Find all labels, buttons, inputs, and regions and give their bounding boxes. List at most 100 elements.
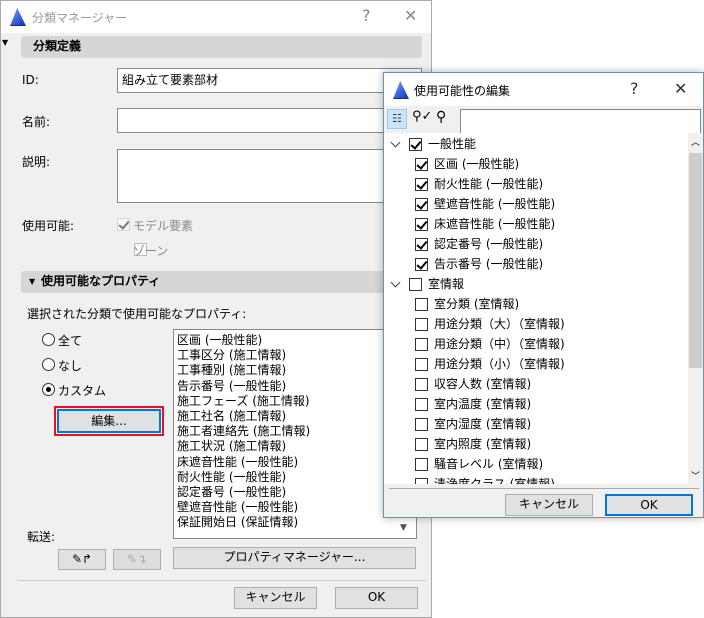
eyedropper-pick-button[interactable]: ✎↱ — [58, 549, 106, 570]
item-checkbox[interactable] — [415, 377, 428, 391]
search-input[interactable] — [460, 109, 701, 134]
search-button[interactable]: ⚲ — [436, 109, 446, 125]
tree-item-row[interactable]: 区画 (一般性能) — [415, 154, 519, 174]
tree-item-row[interactable]: 壁遮音性能 (一般性能) — [415, 194, 555, 214]
property-list-item[interactable]: 認定番号 (一般性能) — [177, 485, 416, 500]
close-button[interactable]: ✕ — [404, 6, 417, 25]
close-button[interactable]: ✕ — [674, 79, 687, 98]
dialog-cancel-button[interactable]: キャンセル — [505, 494, 593, 516]
tree-item-row[interactable]: 室分類 (室情報) — [415, 294, 519, 314]
tree-item-row[interactable]: 室内温度 (室情報) — [415, 394, 531, 414]
tree-group-row[interactable]: 室情報 — [390, 274, 464, 294]
tree-item-row[interactable]: 清浄度クラス (室情報) — [415, 474, 555, 484]
item-checkbox[interactable] — [415, 397, 428, 411]
property-list-item[interactable]: 耐火性能 (一般性能) — [177, 470, 416, 485]
tree-item-row[interactable]: 収容人数 (室情報) — [415, 374, 531, 394]
scroll-down-icon[interactable]: ▼ — [400, 523, 407, 533]
tree-item-row[interactable]: 室内湿度 (室情報) — [415, 414, 531, 434]
tree-group-row[interactable]: 一般性能 — [390, 134, 476, 154]
radio-none[interactable] — [42, 358, 55, 371]
tree-item-row[interactable]: 耐火性能 (一般性能) — [415, 174, 543, 194]
dialog-title: 使用可能性の編集 — [414, 84, 511, 98]
item-checkbox[interactable] — [415, 217, 428, 231]
item-checkbox[interactable] — [415, 257, 428, 271]
item-label: 耐火性能 (一般性能) — [434, 177, 544, 191]
item-checkbox[interactable] — [415, 457, 428, 471]
property-list-item[interactable]: 保証開始日 (保証情報) — [177, 515, 416, 530]
property-tree[interactable]: 一般性能区画 (一般性能) 耐火性能 (一般性能) 壁遮音性能 (一般性能) 床遮音性… — [384, 133, 688, 484]
radio-custom[interactable] — [42, 383, 55, 396]
ok-button[interactable]: OK — [335, 587, 418, 609]
name-input[interactable] — [117, 108, 422, 133]
model-elements-checkbox[interactable] — [117, 218, 130, 231]
group-checkbox[interactable] — [409, 137, 422, 151]
item-label: 床遮音性能 (一般性能) — [434, 217, 556, 231]
tree-item-row[interactable]: 認定番号 (一般性能) — [415, 234, 543, 254]
item-checkbox[interactable] — [415, 237, 428, 251]
section-header-properties[interactable]: ▼ 使用可能なプロパティ — [21, 271, 422, 293]
item-label: 区画 (一般性能) — [434, 157, 520, 171]
property-list-item[interactable]: 施工者連絡先 (施工情報) — [177, 424, 416, 439]
eyedropper-inject-button[interactable]: ✎↴ — [113, 549, 161, 570]
radio-custom-label: カスタム — [58, 384, 107, 398]
classification-manager-window: 分類マネージャー ? ✕ ▼ 分類定義 ID: 組み立て要素部材 名前: 説明:… — [0, 0, 432, 618]
tree-item-row[interactable]: 用途分類（中）（室情報) — [415, 334, 565, 354]
tree-item-row[interactable]: 床遮音性能 (一般性能) — [415, 214, 555, 234]
tree-item-row[interactable]: 告示番号 (一般性能) — [415, 254, 543, 274]
item-checkbox[interactable] — [415, 357, 428, 371]
zone-label: ゾーン — [133, 244, 169, 258]
properties-list[interactable]: 区画 (一般性能) 工事区分 (施工情報) 工事種別 (施工情報) 告示番号 (一般性… — [173, 329, 417, 539]
help-button[interactable]: ? — [362, 6, 371, 25]
property-list-item[interactable]: 施工フェーズ (施工情報) — [177, 394, 416, 409]
property-list-item[interactable]: 施工状況 (施工情報) — [177, 439, 416, 454]
group-checkbox[interactable] — [409, 277, 422, 291]
property-list-item[interactable]: 工事種別 (施工情報) — [177, 363, 416, 378]
property-list-item[interactable]: 区画 (一般性能) — [177, 333, 416, 348]
tree-view-button[interactable]: ☷ — [387, 109, 407, 129]
scrollbar-thumb[interactable] — [689, 153, 702, 368]
property-list-item[interactable]: 工事区分 (施工情報) — [177, 348, 416, 363]
help-button[interactable]: ? — [630, 79, 639, 98]
item-checkbox[interactable] — [415, 317, 428, 331]
scroll-up-icon[interactable]: ︿ — [691, 135, 700, 148]
available-label: 使用可能: — [22, 219, 75, 233]
item-checkbox[interactable] — [415, 177, 428, 191]
item-label: 室内温度 (室情報) — [434, 397, 532, 411]
available-properties-label: 選択された分類で使用可能なプロパティ: — [27, 307, 247, 321]
property-list-item[interactable]: 壁遮音性能 (一般性能) — [177, 500, 416, 515]
scroll-down-icon[interactable]: ﹀ — [691, 469, 700, 482]
property-list-item[interactable]: 床遮音性能 (一般性能) — [177, 455, 416, 470]
collapse-arrow-icon[interactable]: ▼ — [2, 38, 8, 47]
property-manager-button[interactable]: プロパティマネージャー... — [173, 547, 416, 569]
item-checkbox[interactable] — [415, 197, 428, 211]
item-checkbox[interactable] — [415, 157, 428, 171]
item-label: 室内湿度 (室情報) — [434, 417, 532, 431]
dialog-ok-button[interactable]: OK — [605, 494, 693, 516]
tree-item-row[interactable]: 室内照度 (室情報) — [415, 434, 531, 454]
radio-all[interactable] — [42, 333, 55, 346]
item-checkbox[interactable] — [415, 477, 428, 484]
radio-none-label: なし — [58, 359, 83, 373]
item-checkbox[interactable] — [415, 337, 428, 351]
property-list-item[interactable]: 施工社名 (施工情報) — [177, 409, 416, 424]
tree-item-row[interactable]: 用途分類（大）（室情報) — [415, 314, 565, 334]
tree-item-row[interactable]: 騒音レベル (室情報) — [415, 454, 543, 474]
item-checkbox[interactable] — [415, 437, 428, 451]
edit-button[interactable]: 編集... — [57, 409, 161, 433]
divider — [389, 488, 699, 489]
item-checkbox[interactable] — [415, 417, 428, 431]
item-label: 用途分類（小）（室情報) — [434, 357, 565, 371]
description-input[interactable] — [117, 149, 422, 203]
item-checkbox[interactable] — [415, 297, 428, 311]
property-list-item[interactable]: 告示番号 (一般性能) — [177, 379, 416, 394]
id-input[interactable]: 組み立て要素部材 — [117, 68, 422, 93]
chevron-down-icon[interactable] — [390, 137, 401, 147]
tree-item-row[interactable]: 用途分類（小）（室情報) — [415, 354, 565, 374]
chevron-down-icon[interactable] — [390, 277, 401, 287]
cancel-button[interactable]: キャンセル — [234, 587, 317, 609]
item-label: 告示番号 (一般性能) — [434, 257, 544, 271]
search-check-icon: ⚲✓ — [412, 109, 433, 124]
scrollbar[interactable]: ︿ ﹀ — [688, 133, 703, 484]
section-header-classification[interactable]: 分類定義 — [21, 36, 422, 58]
filter-checked-button[interactable]: ⚲✓ — [412, 109, 432, 124]
